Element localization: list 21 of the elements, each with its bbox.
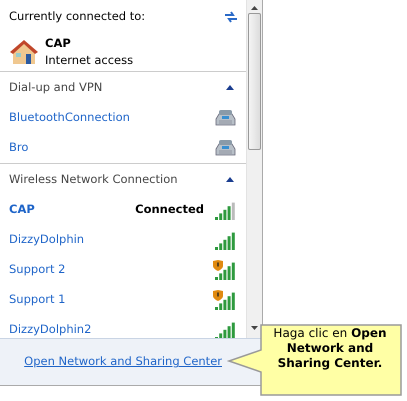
connection-name[interactable]: DizzyDolphin — [9, 231, 84, 249]
network-name: CAP — [45, 34, 72, 52]
section-title: Dial-up and VPN — [9, 78, 102, 96]
access-status: Internet access — [45, 52, 134, 69]
connected-heading: Currently connected to: — [9, 8, 146, 25]
scroll-up-icon[interactable] — [251, 6, 258, 10]
connection-name[interactable]: CAP — [9, 201, 35, 219]
connection-name[interactable]: Bro — [9, 139, 28, 157]
connection-status: Connected — [135, 201, 204, 218]
section-title: Wireless Network Connection — [9, 170, 178, 188]
scroll-thumb[interactable] — [248, 13, 261, 150]
connection-name[interactable]: BluetoothConnection — [9, 109, 130, 127]
scrollbar[interactable] — [246, 0, 262, 338]
scroll-down-icon[interactable] — [251, 326, 258, 330]
connection-name[interactable]: DizzyDolphin2 — [9, 321, 92, 338]
phone-icon — [214, 109, 236, 127]
phone-icon — [214, 139, 236, 157]
callout-text: Haga clic en Open Network and Sharing Center. — [272, 326, 388, 371]
connection-name[interactable]: Support 1 — [9, 291, 66, 309]
connection-name[interactable]: Support 2 — [9, 261, 66, 279]
house-icon — [9, 38, 39, 66]
